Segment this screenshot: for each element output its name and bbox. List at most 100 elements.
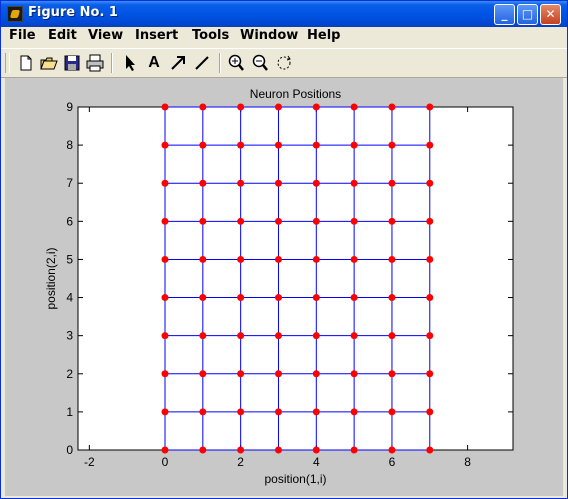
neuron-point <box>312 217 320 225</box>
close-button[interactable]: ✕ <box>540 4 561 25</box>
x-tick-label: 2 <box>237 455 244 469</box>
neuron-point <box>312 408 320 416</box>
menu-insert[interactable]: Insert <box>135 28 178 43</box>
y-tick-label: 2 <box>66 367 73 381</box>
neuron-point <box>312 446 320 454</box>
menu-tools[interactable]: Tools <box>192 28 229 43</box>
menu-bar: File Edit View Insert Tools Window Help <box>1 27 567 47</box>
neuron-point <box>274 141 282 149</box>
neuron-point <box>426 179 434 187</box>
insert-arrow-icon[interactable] <box>167 52 189 74</box>
neuron-point <box>426 141 434 149</box>
neuron-point <box>161 179 169 187</box>
neuron-point <box>426 103 434 111</box>
x-tick-label: 6 <box>389 455 396 469</box>
neuron-point <box>350 255 358 263</box>
neuron-point <box>274 179 282 187</box>
neuron-point <box>237 217 245 225</box>
neuron-point <box>161 446 169 454</box>
neuron-point <box>237 141 245 149</box>
neuron-point <box>199 255 207 263</box>
neuron-point <box>199 141 207 149</box>
toolbar-separator <box>219 53 221 73</box>
neuron-point <box>388 370 396 378</box>
neuron-point <box>199 294 207 302</box>
neuron-positions-plot[interactable]: -2 0 2 4 6 8 0 1 2 3 4 5 6 7 8 9 Neuron Positions positio… <box>5 78 563 496</box>
menu-help[interactable]: Help <box>307 28 340 43</box>
neuron-point <box>199 217 207 225</box>
axes-box <box>77 106 514 451</box>
insert-line-icon[interactable] <box>191 52 213 74</box>
neuron-point <box>312 141 320 149</box>
neuron-point <box>161 332 169 340</box>
menu-view[interactable]: View <box>88 28 123 43</box>
neuron-point <box>350 103 358 111</box>
neuron-point <box>161 294 169 302</box>
print-icon[interactable] <box>84 52 106 74</box>
y-tick-label: 4 <box>66 291 73 305</box>
y-tick-label: 5 <box>66 252 73 266</box>
neuron-point <box>274 446 282 454</box>
neuron-point <box>237 179 245 187</box>
neuron-point <box>274 408 282 416</box>
maximize-button[interactable]: □ <box>517 4 538 25</box>
neuron-point <box>161 408 169 416</box>
new-figure-icon[interactable] <box>15 52 37 74</box>
neuron-point <box>350 294 358 302</box>
neuron-point <box>388 446 396 454</box>
neuron-point <box>161 255 169 263</box>
y-tick-label: 8 <box>66 138 73 152</box>
zoom-out-icon[interactable] <box>249 52 271 74</box>
neuron-point <box>312 370 320 378</box>
neuron-point <box>161 141 169 149</box>
minimize-icon: _ <box>501 7 508 21</box>
figure-window: Figure No. 1 _ □ ✕ File Edit View Insert… <box>0 0 568 499</box>
figure-canvas[interactable]: -2 0 2 4 6 8 0 1 2 3 4 5 6 7 8 9 Neuron Positions positio… <box>5 78 563 496</box>
minimize-button[interactable]: _ <box>494 4 515 25</box>
rotate-3d-icon[interactable] <box>273 52 295 74</box>
y-tick-label: 1 <box>66 405 73 419</box>
neuron-point <box>388 294 396 302</box>
neuron-point <box>350 141 358 149</box>
neuron-point <box>199 103 207 111</box>
neuron-point <box>426 408 434 416</box>
menu-window[interactable]: Window <box>240 28 298 43</box>
neuron-point <box>312 255 320 263</box>
title-bar[interactable]: Figure No. 1 _ □ ✕ <box>1 1 567 27</box>
y-tick-label: 0 <box>66 443 73 457</box>
neuron-point <box>350 179 358 187</box>
menu-edit[interactable]: Edit <box>48 28 77 43</box>
save-icon[interactable] <box>61 52 83 74</box>
select-arrow-icon[interactable] <box>119 52 141 74</box>
neuron-point <box>237 255 245 263</box>
y-tick-label: 9 <box>66 100 73 114</box>
insert-text-icon[interactable]: A <box>143 52 165 74</box>
x-tick-label: 4 <box>313 455 320 469</box>
neuron-point <box>350 332 358 340</box>
neuron-point <box>388 408 396 416</box>
neuron-point <box>237 332 245 340</box>
neuron-point <box>237 446 245 454</box>
x-tick-label: 8 <box>464 455 471 469</box>
neuron-point <box>161 103 169 111</box>
neuron-point <box>274 294 282 302</box>
neuron-point <box>426 217 434 225</box>
neuron-point <box>237 408 245 416</box>
neuron-point <box>350 446 358 454</box>
neuron-point <box>199 446 207 454</box>
neuron-point <box>312 179 320 187</box>
neuron-point <box>388 141 396 149</box>
neuron-point <box>388 217 396 225</box>
open-file-icon[interactable] <box>38 52 60 74</box>
toolbar-grip[interactable] <box>5 53 10 73</box>
y-axis-label: position(2,i) <box>44 247 58 309</box>
matlab-app-icon[interactable] <box>7 6 23 22</box>
neuron-point <box>199 370 207 378</box>
neuron-point <box>274 103 282 111</box>
menu-file[interactable]: File <box>9 28 36 43</box>
zoom-in-icon[interactable] <box>225 52 247 74</box>
neuron-point <box>350 217 358 225</box>
x-axis-label: position(1,i) <box>264 472 326 486</box>
chart-title: Neuron Positions <box>250 87 341 101</box>
neuron-point <box>199 408 207 416</box>
